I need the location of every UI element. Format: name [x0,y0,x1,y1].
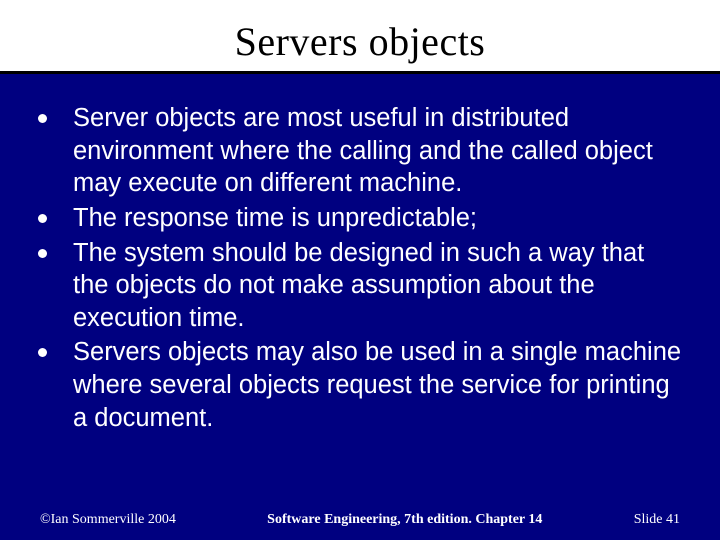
footer: ©Ian Sommerville 2004 Software Engineeri… [0,512,720,528]
footer-right-number: 41 [666,512,680,527]
footer-copyright: ©Ian Sommerville 2004 [40,512,176,528]
slide: Servers objects Server objects are most … [0,0,720,540]
footer-center: Software Engineering, 7th edition. Chapt… [176,512,634,528]
footer-slide-number: Slide 41 [634,512,680,528]
list-item: Servers objects may also be used in a si… [36,336,684,434]
bullet-text: The response time is unpredictable; [73,202,477,235]
slide-title: Servers objects [0,18,720,65]
body-area: Server objects are most useful in distri… [0,74,720,434]
bullet-text: Server objects are most useful in distri… [73,102,684,200]
bullet-icon [38,114,47,123]
list-item: Server objects are most useful in distri… [36,102,684,200]
bullet-list: Server objects are most useful in distri… [36,102,684,434]
bullet-text: The system should be designed in such a … [73,237,684,335]
bullet-icon [38,214,47,223]
bullet-icon [38,249,47,258]
bullet-text: Servers objects may also be used in a si… [73,336,684,434]
list-item: The system should be designed in such a … [36,237,684,335]
bullet-icon [38,348,47,357]
title-area: Servers objects [0,0,720,74]
footer-right-prefix: Slide [634,512,666,527]
list-item: The response time is unpredictable; [36,202,684,235]
